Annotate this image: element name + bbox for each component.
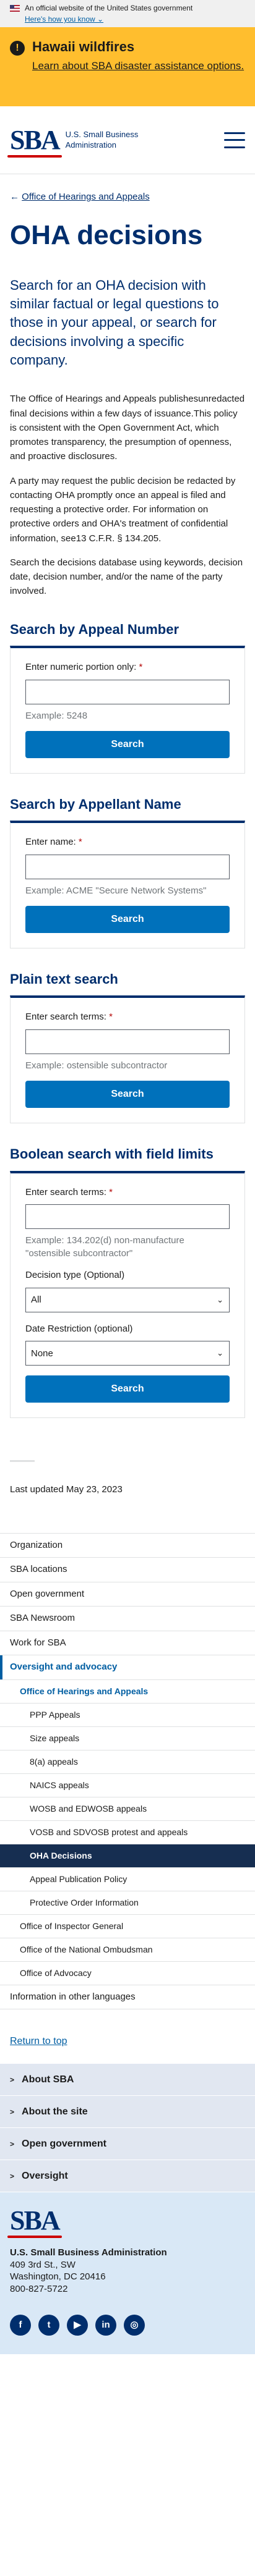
sidenav-item[interactable]: Organization [0, 1534, 255, 1558]
sidenav-item-oversight[interactable]: Oversight and advocacy [0, 1655, 255, 1680]
sidenav-subitem[interactable]: NAICS appeals [0, 1774, 255, 1797]
sidenav-subitem-oha-decisions[interactable]: OHA Decisions [0, 1844, 255, 1868]
chevron-right-icon: > [10, 2075, 15, 2084]
policy-paragraph: The Office of Hearings and Appeals publi… [10, 394, 245, 462]
footer-bottom: SBA U.S. Small Business Administration 4… [0, 2192, 255, 2355]
chevron-right-icon: > [10, 2139, 15, 2148]
gov-banner: An official website of the United States… [0, 0, 255, 27]
instagram-icon[interactable]: ◎ [124, 2315, 145, 2336]
sidenav-item[interactable]: SBA locations [0, 1558, 255, 1582]
page-title: OHA decisions [10, 220, 203, 250]
section-heading: Plain text search [10, 971, 118, 987]
facebook-icon[interactable]: f [10, 2315, 31, 2336]
field-label: Enter search terms: * [25, 1186, 113, 1197]
sidenav-subitem[interactable]: Size appeals [0, 1727, 255, 1750]
decision-type-label: Decision type (Optional) [25, 1270, 125, 1281]
search-button[interactable]: Search [25, 1375, 230, 1403]
footer-sba-logo[interactable]: SBA [7, 2207, 62, 2239]
search-appeal-number-section: Search by Appeal Number Enter numeric po… [10, 621, 245, 774]
redaction-paragraph: A party may request the public decision … [10, 475, 236, 544]
date-restriction-label: Date Restriction (optional) [25, 1323, 133, 1334]
search-appellant-section: Search by Appellant Name Enter name: * E… [10, 796, 245, 948]
sidenav-subitem[interactable]: WOSB and EDWOSB appeals [0, 1797, 255, 1821]
wildfire-alert: ! Hawaii wildfires Learn about SBA disas… [0, 27, 255, 106]
section-heading: Boolean search with field limits [10, 1146, 214, 1162]
section-heading: Search by Appeal Number [10, 621, 179, 637]
sidenav-subitem[interactable]: Appeal Publication Policy [0, 1868, 255, 1891]
sidenav-item[interactable]: Office of Advocacy [0, 1962, 255, 1985]
return-to-top-link[interactable]: Return to top [10, 2034, 245, 2049]
alert-title: Hawaii wildfires [32, 39, 135, 54]
appeal-number-input[interactable] [25, 679, 230, 704]
search-form: Enter search terms: * Example: ostensibl… [10, 995, 245, 1123]
field-hint: Example: ostensible subcontractor [25, 1060, 168, 1071]
search-button[interactable]: Search [25, 905, 230, 933]
divider [10, 1460, 35, 1463]
search-button[interactable]: Search [25, 1080, 230, 1108]
alert-link[interactable]: Learn about SBA disaster assistance opti… [32, 59, 244, 74]
date-restriction-select[interactable]: None [25, 1341, 230, 1366]
field-label: Enter search terms: * [25, 1011, 113, 1023]
section-heading: Search by Appellant Name [10, 796, 181, 812]
sidenav-item[interactable]: Office of the National Ombudsman [0, 1938, 255, 1962]
sidenav-item[interactable]: Work for SBA [0, 1631, 255, 1656]
sba-logo-text: U.S. Small Business Administration [65, 130, 139, 150]
official-site-text: An official website of the United States… [25, 4, 193, 12]
appellant-name-input[interactable] [25, 854, 230, 879]
footer-section-open-government[interactable]: > Open government [0, 2128, 255, 2161]
side-navigation: Organization SBA locations Open governme… [0, 1532, 255, 2010]
search-button[interactable]: Search [25, 730, 230, 758]
sba-logo-mark: SBA [7, 124, 62, 158]
field-hint: Example: 134.202(d) non-manufacture "ost… [25, 1235, 184, 1259]
footer-section-about-sba[interactable]: > About SBA [0, 2064, 255, 2097]
linkedin-icon[interactable]: in [95, 2315, 116, 2336]
sidenav-subitem[interactable]: VOSB and SDVOSB protest and appeals [0, 1821, 255, 1844]
field-hint: Example: 5248 [25, 710, 88, 721]
sidenav-item[interactable]: Information in other languages [0, 1985, 255, 2010]
alert-warning-icon: ! [10, 41, 25, 56]
sidenav-subitem[interactable]: 8(a) appeals [0, 1750, 255, 1774]
page-lead: Search for an OHA decision with similar … [10, 277, 219, 368]
sidenav-item[interactable]: Open government [0, 1582, 255, 1607]
search-form: Enter search terms: * Example: 134.202(d… [10, 1170, 245, 1419]
sidenav-subitem[interactable]: Protective Order Information [0, 1891, 255, 1915]
search-form: Enter numeric portion only: * Example: 5… [10, 646, 245, 774]
boolean-terms-input[interactable] [25, 1204, 230, 1230]
decision-type-select[interactable]: All [25, 1287, 230, 1312]
site-header: SBA U.S. Small Business Administration [0, 106, 255, 174]
field-label: Enter numeric portion only: * [25, 662, 143, 673]
breadcrumb-link-oha[interactable]: Office of Hearings and Appeals [22, 192, 150, 202]
field-label: Enter name: * [25, 837, 82, 848]
main-content: ← Office of Hearings and Appeals OHA dec… [0, 174, 255, 2049]
heres-how-you-know-link[interactable]: Here's how you know ⌄ [25, 14, 245, 25]
sidenav-subitem[interactable]: PPP Appeals [0, 1704, 255, 1727]
footer-address: U.S. Small Business Administration 409 3… [10, 2247, 167, 2294]
search-form: Enter name: * Example: ACME "Secure Netw… [10, 821, 245, 948]
footer-accordion: > About SBA > About the site > Open governm… [0, 2064, 255, 2193]
breadcrumb: ← Office of Hearings and Appeals [10, 174, 245, 211]
sidenav-item[interactable]: SBA Newsroom [0, 1607, 255, 1631]
social-links: f t ▶ in ◎ [10, 2315, 245, 2336]
search-terms-input[interactable] [25, 1029, 230, 1054]
twitter-icon[interactable]: t [38, 2315, 59, 2336]
menu-icon[interactable] [224, 132, 245, 148]
plain-text-search-section: Plain text search Enter search terms: * … [10, 971, 245, 1123]
arrow-left-icon: ← [10, 192, 22, 202]
boolean-search-section: Boolean search with field limits Enter s… [10, 1146, 245, 1419]
sidenav-item-oha[interactable]: Office of Hearings and Appeals [0, 1680, 255, 1704]
chevron-right-icon: > [10, 2171, 15, 2181]
last-updated: Last updated May 23, 2023 [10, 1484, 123, 1495]
sidenav-item[interactable]: Office of Inspector General [0, 1915, 255, 1938]
footer-section-oversight[interactable]: > Oversight [0, 2160, 255, 2193]
chevron-right-icon: > [10, 2107, 15, 2116]
footer-section-about-site[interactable]: > About the site [0, 2096, 255, 2129]
us-flag-icon [10, 4, 20, 12]
field-hint: Example: ACME "Secure Network Systems" [25, 885, 207, 896]
search-instructions: Search the decisions database using keyw… [10, 557, 243, 597]
youtube-icon[interactable]: ▶ [67, 2315, 88, 2336]
sba-logo[interactable]: SBA U.S. Small Business Administration [7, 124, 139, 158]
